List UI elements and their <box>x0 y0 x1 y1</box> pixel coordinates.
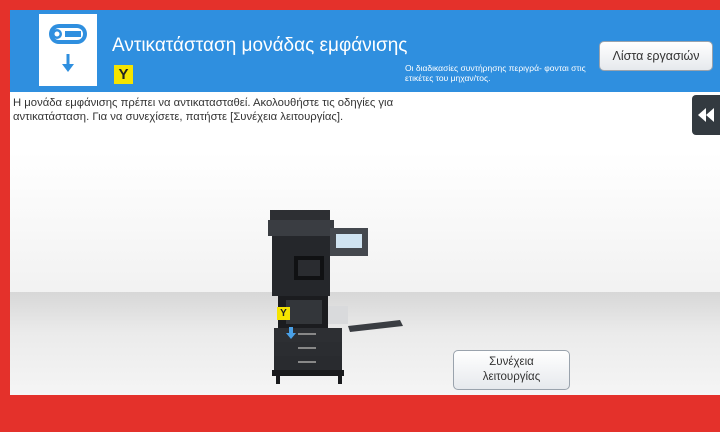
collapse-panel-button[interactable] <box>692 95 720 135</box>
instruction-panel: Η μονάδα εμφάνισης πρέπει να αντικαταστα… <box>10 92 720 153</box>
continue-operation-button[interactable]: Συνέχεια λειτουργίας <box>453 350 570 390</box>
yellow-unit-marker: Y <box>277 307 290 320</box>
page-title: Αντικατάσταση μονάδας εμφάνισης <box>112 35 408 56</box>
toner-cartridge-icon <box>39 14 97 86</box>
yellow-color-badge: Y <box>114 65 133 84</box>
maintenance-note: Οι διαδικασίες συντήρησης περιγρά- φοντα… <box>405 63 586 83</box>
continue-label-line1: Συνέχεια <box>489 356 534 368</box>
multifunction-printer-icon <box>268 210 403 384</box>
header-bar: Αντικατάσταση μονάδας εμφάνισης Y Οι δια… <box>10 10 720 92</box>
continue-label-line2: λειτουργίας <box>482 371 541 383</box>
job-list-button[interactable]: Λίστα εργασιών <box>599 41 713 71</box>
rewind-icon <box>698 108 714 122</box>
instruction-text: Η μονάδα εμφάνισης πρέπει να αντικαταστα… <box>13 97 394 123</box>
